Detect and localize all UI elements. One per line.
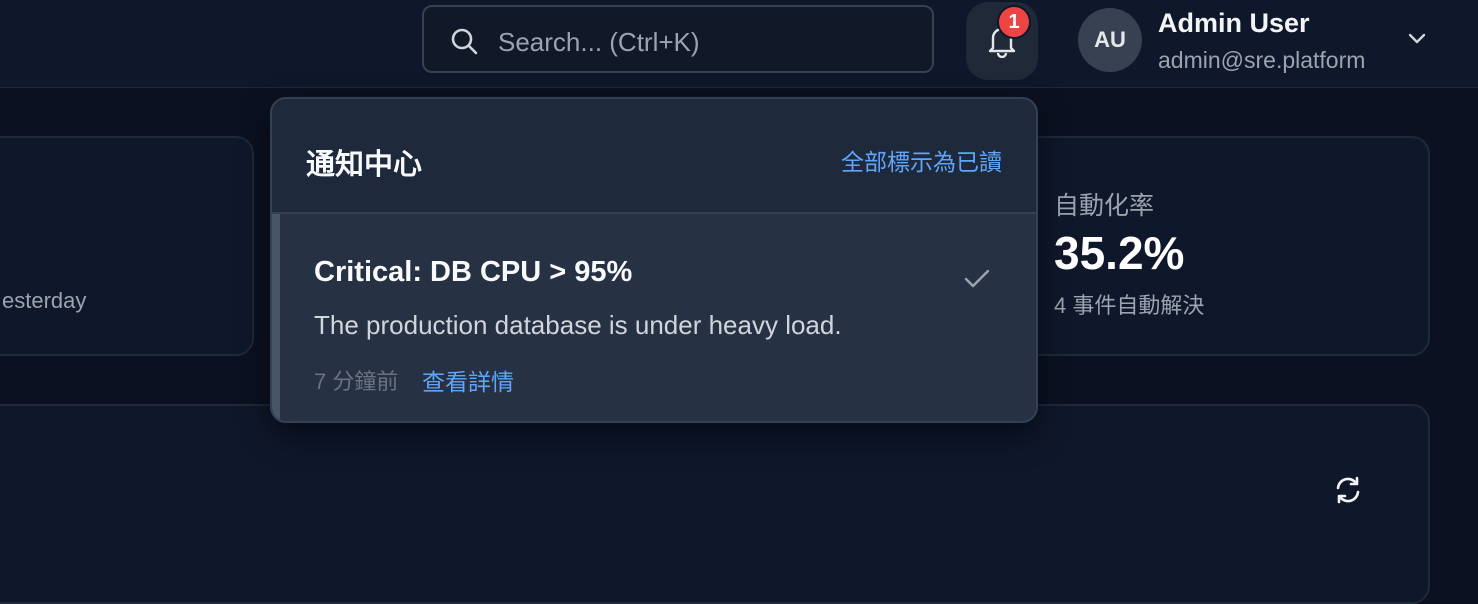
user-email: admin@sre.platform xyxy=(1158,47,1366,73)
mark-all-read-button[interactable]: 全部標示為已讀 xyxy=(841,143,1002,177)
search-input[interactable]: Search... (Ctrl+K) xyxy=(498,27,700,58)
top-bar: Search... (Ctrl+K) 1 AU Admin User admin… xyxy=(0,0,1478,88)
stat-label: 自動化率 xyxy=(1054,192,1155,220)
refresh-icon[interactable] xyxy=(1332,474,1364,506)
notification-title: Critical: DB CPU > 95% xyxy=(314,256,633,288)
check-icon[interactable] xyxy=(962,264,992,294)
stat-card-automation: 自動化率 35.2% 4 事件自動解決 xyxy=(1010,136,1430,356)
notification-item[interactable]: Critical: DB CPU > 95% The production da… xyxy=(272,214,1036,421)
content-panel xyxy=(0,404,1430,604)
notification-body: The production database is under heavy l… xyxy=(314,310,842,340)
notification-center-dropdown: 通知中心 全部標示為已讀 Critical: DB CPU > 95% The … xyxy=(270,97,1038,423)
search-icon xyxy=(451,28,478,55)
avatar[interactable]: AU xyxy=(1078,8,1142,72)
stat-card-left: esterday xyxy=(0,136,254,356)
notification-time: 7 分鐘前 xyxy=(314,369,399,394)
stat-subtext: 4 事件自動解決 xyxy=(1054,293,1205,318)
user-name: Admin User xyxy=(1158,8,1310,38)
search-box[interactable]: Search... (Ctrl+K) xyxy=(422,5,934,73)
stat-value: 35.2% xyxy=(1054,227,1185,279)
view-details-link[interactable]: 查看詳情 xyxy=(422,363,514,397)
stat-subtext: esterday xyxy=(2,288,87,313)
chevron-down-icon[interactable] xyxy=(1406,28,1428,50)
notification-unread-indicator xyxy=(272,214,280,421)
notification-count-badge: 1 xyxy=(997,5,1031,39)
notification-center-title: 通知中心 xyxy=(306,149,423,181)
